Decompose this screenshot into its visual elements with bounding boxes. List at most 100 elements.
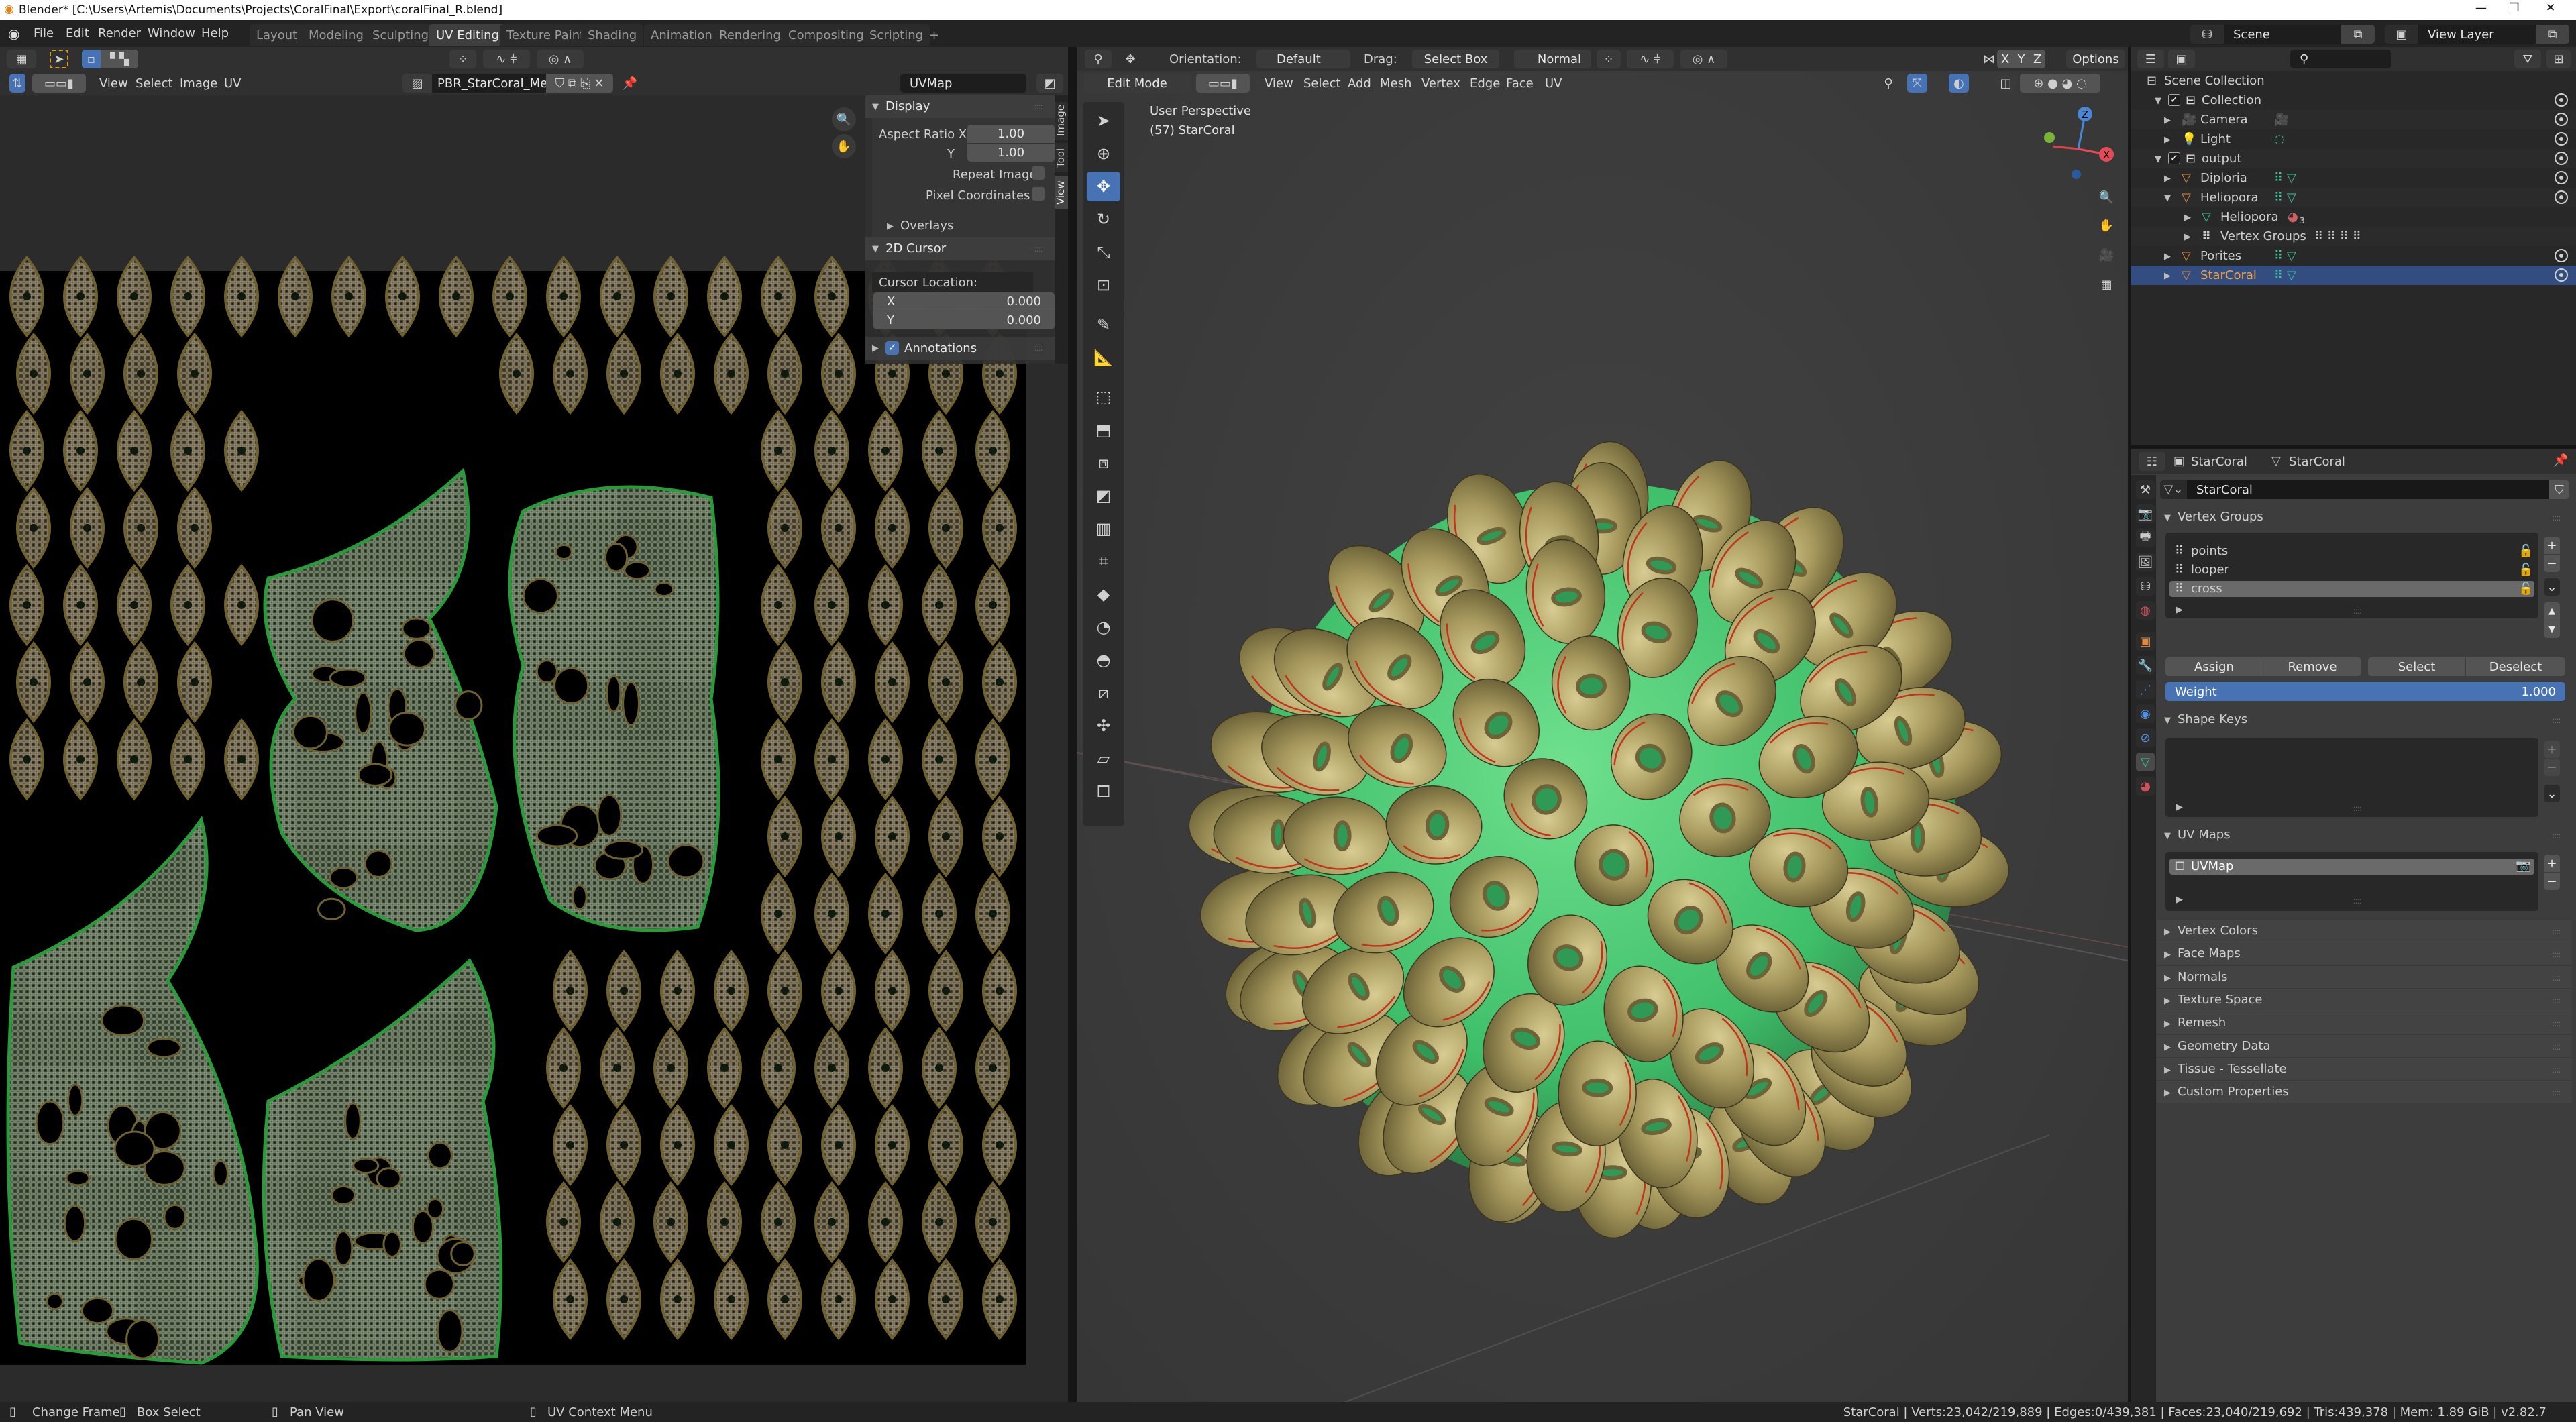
shrink-fatten-icon[interactable]: ✣: [1087, 711, 1120, 741]
expand-arrow-icon[interactable]: ▶: [2184, 213, 2191, 223]
outliner-search-input[interactable]: ⚲: [2290, 50, 2391, 68]
panel-normals[interactable]: ▶ Normals::::: [2157, 965, 2572, 988]
expand-arrow-icon[interactable]: ▶: [2184, 232, 2191, 242]
cursor-y-field[interactable]: Y 0.000: [873, 311, 1055, 329]
drag-handle-icon[interactable]: ::::: [2552, 716, 2561, 725]
menu-render[interactable]: Render: [98, 28, 141, 40]
list-resize-handle[interactable]: ::::: [2353, 896, 2362, 906]
xray-icon[interactable]: ◫: [1996, 74, 2016, 93]
object-data-icon[interactable]: ◌: [2274, 133, 2285, 146]
measure-icon[interactable]: 📐: [1087, 343, 1120, 372]
tab-sculpting[interactable]: Sculpting: [366, 24, 436, 46]
uv-maps-panel-header[interactable]: ▼ UV Maps::::: [2157, 824, 2572, 846]
list-expand-icon[interactable]: ▶: [2176, 802, 2183, 812]
spin-icon[interactable]: ◔: [1087, 612, 1120, 642]
drag-handle-icon[interactable]: ::::: [2552, 831, 2561, 840]
aspect-x-field[interactable]: 1.00: [967, 125, 1055, 143]
menu-edit[interactable]: Edit: [66, 28, 89, 40]
scene-tab[interactable]: ⛁: [2136, 577, 2155, 596]
pan-hand-icon[interactable]: ✋: [832, 134, 856, 158]
drag-handle-icon[interactable]: ::::: [2552, 1088, 2561, 1097]
expand-arrow-icon[interactable]: ▶: [2164, 252, 2171, 262]
vertex-group-item[interactable]: ⠿ cross 🔓: [2169, 581, 2534, 597]
loop-cut-icon[interactable]: ▥: [1087, 514, 1120, 543]
add-cube-icon[interactable]: ⬚: [1087, 382, 1120, 412]
tab-uv-editing[interactable]: UV Editing: [429, 24, 506, 46]
annotate-icon[interactable]: ✎: [1087, 310, 1120, 339]
list-expand-icon[interactable]: ▶: [2176, 605, 2183, 615]
starcoral-mesh[interactable]: [1187, 441, 2012, 1239]
sidebar-tab-image[interactable]: Image: [1055, 102, 1068, 140]
panel-face-maps[interactable]: ▶ Face Maps::::: [2157, 942, 2572, 965]
blender-menu-icon[interactable]: ◉: [8, 27, 19, 40]
view-layer-icon[interactable]: ▣: [2385, 25, 2418, 44]
panel-texture-space[interactable]: ▶ Texture Space::::: [2157, 987, 2572, 1011]
list-resize-handle[interactable]: ::::: [2353, 804, 2362, 813]
expand-arrow-icon[interactable]: ▶: [2164, 271, 2171, 281]
viewport-scene[interactable]: [1077, 95, 2128, 1402]
particles-tab[interactable]: ⋰: [2136, 680, 2155, 699]
annotations-panel-header[interactable]: ▶ ✓ Annotations ::::: [865, 337, 1055, 360]
pixel-coordinates-checkbox[interactable]: [1032, 187, 1045, 201]
viewport-menu-add[interactable]: Add: [1348, 78, 1371, 90]
world-tab[interactable]: ◍: [2136, 601, 2155, 620]
uv-menu-image[interactable]: Image: [180, 78, 217, 90]
tab-shading[interactable]: Shading: [581, 24, 644, 46]
outliner-item-vertex-groups[interactable]: ▶ ⠿ Vertex Groups ⠿ ⠿ ⠿ ⠿: [2131, 227, 2576, 246]
remove-vertex-group-button[interactable]: −: [2544, 555, 2560, 572]
constraints-tab[interactable]: ⊘: [2136, 728, 2155, 747]
viewport-menu-view[interactable]: View: [1265, 78, 1293, 90]
exclude-checkbox[interactable]: ✓: [2168, 94, 2180, 106]
drag-handle-icon[interactable]: ::::: [2552, 973, 2561, 983]
poly-build-icon[interactable]: ◆: [1087, 580, 1120, 609]
snap-icon[interactable]: ∿ ⫩: [1627, 50, 1674, 68]
mirror-icon[interactable]: ⋈: [1982, 50, 1996, 68]
new-collection-icon[interactable]: ⊞: [2546, 50, 2571, 68]
lock-icon[interactable]: 🔓: [2518, 583, 2533, 595]
drag-handle-icon[interactable]: ::::: [2552, 513, 2561, 523]
add-workspace-button[interactable]: +: [922, 24, 946, 46]
move-down-button[interactable]: ▼: [2544, 620, 2560, 638]
select-box-icon[interactable]: ➤: [1087, 106, 1120, 135]
outliner-item-heliopora[interactable]: ▼ ▽ Heliopora ⠿ ▽: [2131, 188, 2576, 207]
knife-icon[interactable]: ⌗: [1087, 547, 1120, 576]
sidebar-tab-tool[interactable]: Tool: [1055, 143, 1068, 172]
drag-handle-icon[interactable]: ::::: [1034, 102, 1043, 111]
object-tab[interactable]: ▣: [2136, 632, 2155, 651]
visibility-eye-icon[interactable]: [2555, 249, 2568, 262]
uv-map-field[interactable]: UVMap: [900, 74, 1026, 93]
shading-mode-icons[interactable]: ⊕ ● ◕ ◌: [2020, 74, 2100, 93]
filter-icon[interactable]: ⛛: [2514, 50, 2541, 68]
pin-icon[interactable]: 📌: [2553, 455, 2568, 467]
viewport-menu-face[interactable]: Face: [1506, 78, 1534, 90]
scene-selector-icon[interactable]: ⛁: [2190, 25, 2224, 44]
options-dropdown[interactable]: Options: [2066, 50, 2125, 68]
object-data-icon[interactable]: ⠿ ▽: [2274, 250, 2296, 262]
remove-uv-map-button[interactable]: −: [2544, 873, 2560, 890]
physics-tab[interactable]: ◉: [2136, 704, 2155, 723]
list-resize-handle[interactable]: ::::: [2353, 606, 2362, 616]
visibility-eye-icon[interactable]: [2555, 190, 2568, 204]
zoom-icon[interactable]: 🔍: [2094, 185, 2118, 209]
uv-menu-view[interactable]: View: [99, 78, 128, 90]
gizmo-y-axis[interactable]: [2044, 132, 2055, 143]
transform-pivot-dropdown[interactable]: Normal: [1514, 50, 1591, 68]
list-expand-icon[interactable]: ▶: [2176, 895, 2183, 905]
gizmos-icon[interactable]: ⤧: [1907, 74, 1927, 93]
proportional-edit-icon[interactable]: ◎ ∧: [1680, 50, 1727, 68]
remove-shape-key-button[interactable]: −: [2544, 759, 2560, 776]
vertex-group-specials-button[interactable]: ⌄: [2544, 578, 2560, 596]
zoom-icon[interactable]: 🔍: [832, 107, 856, 131]
drag-handle-icon[interactable]: ::::: [2552, 950, 2561, 959]
add-shape-key-button[interactable]: +: [2544, 741, 2560, 758]
outliner-item-camera[interactable]: ▶ 🎥 Camera 🎥: [2131, 110, 2576, 129]
viewport-menu-mesh[interactable]: Mesh: [1380, 78, 1411, 90]
shear-icon[interactable]: ▱: [1087, 744, 1120, 773]
display-panel-header[interactable]: ▼ Display ::::: [865, 95, 1055, 118]
cursor-icon[interactable]: ⊕: [1087, 139, 1120, 168]
select-tool-icon[interactable]: ➤: [50, 50, 68, 68]
drag-dropdown[interactable]: Select Box: [1412, 50, 1499, 68]
select-button[interactable]: Select: [2368, 657, 2465, 676]
visibility-eye-icon[interactable]: [2555, 268, 2568, 282]
viewport-menu-edge[interactable]: Edge: [1470, 78, 1500, 90]
